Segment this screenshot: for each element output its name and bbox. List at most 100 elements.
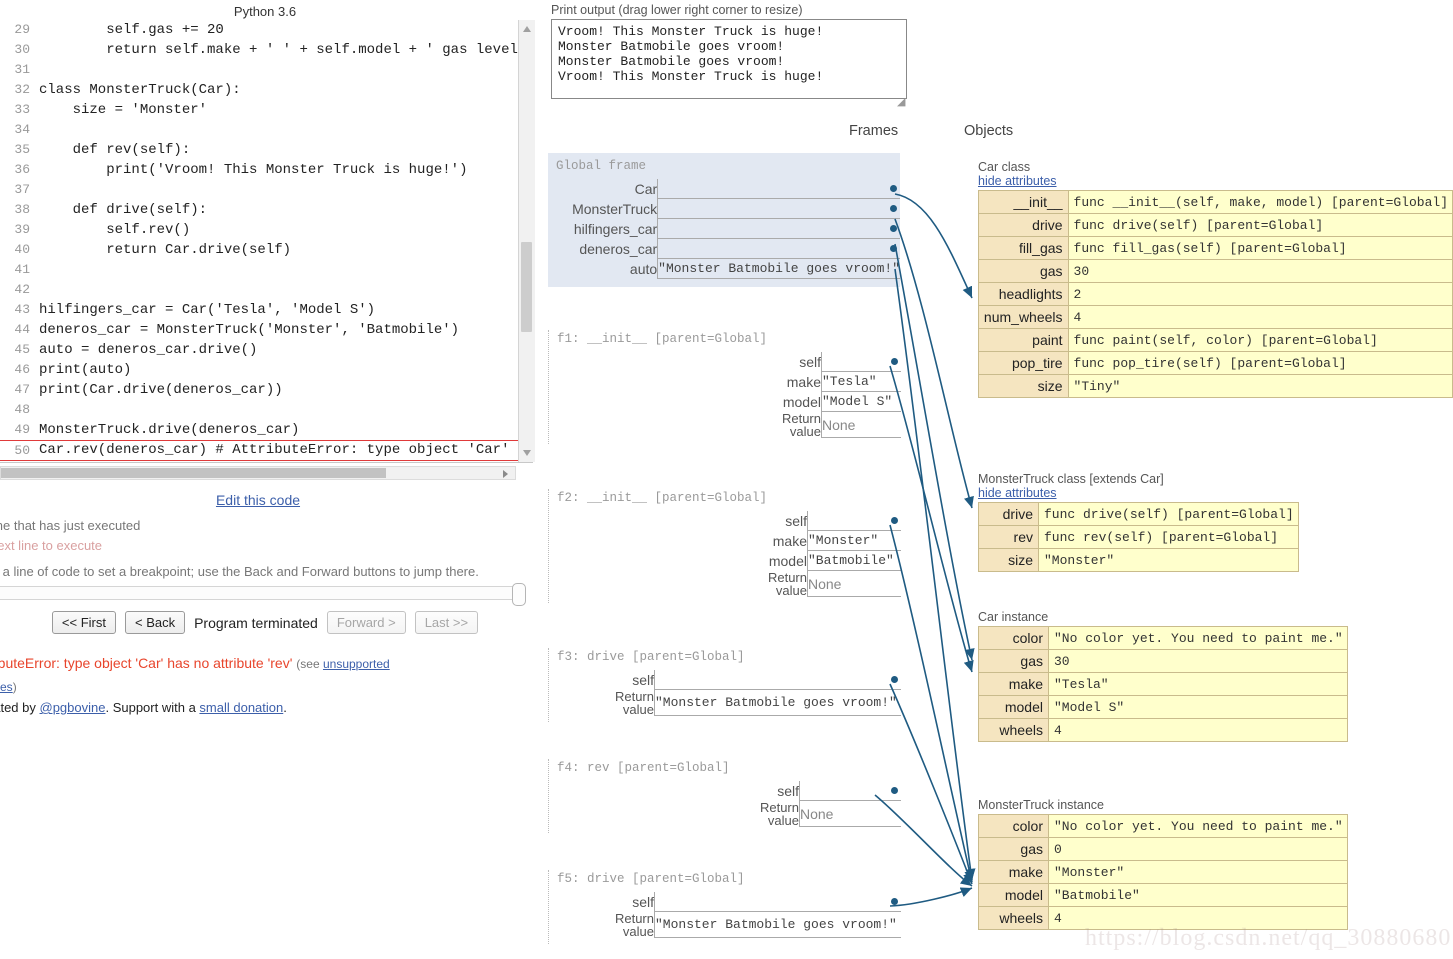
line-number: 44 xyxy=(14,322,30,337)
code-horizontal-scroll-thumb[interactable] xyxy=(1,468,386,478)
code-line[interactable]: 41 xyxy=(0,260,532,280)
code-vertical-scrollbar[interactable] xyxy=(518,20,535,462)
code-line[interactable]: 31 xyxy=(0,60,532,80)
hide-attributes-link[interactable]: hide attributes xyxy=(978,174,1057,188)
pointer-dot-icon xyxy=(890,185,897,192)
code-line[interactable]: 48 xyxy=(0,400,532,420)
donation-link[interactable]: small donation xyxy=(199,700,283,715)
line-text: return Car.drive(self) xyxy=(39,242,292,258)
attribute-key: model xyxy=(978,883,1049,907)
execution-step-slider-handle[interactable] xyxy=(512,583,526,606)
attribute-value: "Model S" xyxy=(1048,695,1348,719)
edit-this-code-link[interactable]: Edit this code xyxy=(216,492,300,508)
code-line[interactable]: 34 xyxy=(0,120,532,140)
variable-name: auto xyxy=(629,260,658,277)
code-line[interactable]: 49 MonsterTruck.drive(deneros_car) xyxy=(0,420,532,440)
object-label: Car instance xyxy=(978,610,1348,624)
author-link[interactable]: @pgbovine xyxy=(40,700,106,715)
attribute-key: make xyxy=(978,672,1049,696)
code-horizontal-scrollbar[interactable] xyxy=(0,466,516,480)
code-line[interactable]: 33 size = 'Monster' xyxy=(0,100,532,120)
attribute-key: pop_tire xyxy=(978,351,1069,375)
scroll-up-icon[interactable] xyxy=(523,26,531,32)
credit-line: eated by @pgbovine. Support with a small… xyxy=(0,700,287,715)
resize-handle-icon[interactable]: ◢ xyxy=(897,96,909,108)
code-line[interactable]: 44 deneros_car = MonsterTruck('Monster', … xyxy=(0,320,532,340)
code-line[interactable]: 38 def drive(self): xyxy=(0,200,532,220)
code-line[interactable]: 35 def rev(self): xyxy=(0,140,532,160)
print-output-box: Vroom! This Monster Truck is huge! Monst… xyxy=(551,19,907,99)
line-number: 46 xyxy=(14,362,30,377)
attribute-value: "No color yet. You need to paint me." xyxy=(1048,626,1348,650)
line-number: 50 xyxy=(14,443,30,458)
line-number: 47 xyxy=(14,382,30,397)
object-label: MonsterTruck instance xyxy=(978,798,1348,812)
code-line[interactable]: 37 xyxy=(0,180,532,200)
edit-this-code-container: Edit this code xyxy=(0,492,516,508)
variable-name: self xyxy=(785,512,807,529)
code-line[interactable]: 36 print('Vroom! This Monster Truck is h… xyxy=(0,160,532,180)
variable-name: model xyxy=(768,552,807,569)
code-line[interactable]: 40 return Car.drive(self) xyxy=(0,240,532,260)
attribute-key: num_wheels xyxy=(978,305,1069,329)
frame-f1: f1: __init__ [parent=Global] self make "Tes… xyxy=(548,330,901,444)
line-number: 48 xyxy=(14,402,30,417)
last-button: Last >> xyxy=(414,611,479,634)
variable-name: self xyxy=(777,782,799,799)
scroll-right-icon[interactable] xyxy=(503,470,508,478)
line-text: return self.make + ' ' + self.model + ' … xyxy=(39,42,527,58)
code-line[interactable]: 45 auto = deneros_car.drive() xyxy=(0,340,532,360)
line-number: 45 xyxy=(14,342,30,357)
variable-row: Car xyxy=(548,179,900,199)
attribute-value: func drive(self) [parent=Global] xyxy=(1038,502,1299,526)
code-line[interactable]: 46 print(auto) xyxy=(0,360,532,380)
attribute-row: num_wheels 4 xyxy=(978,305,1453,329)
attribute-key: rev xyxy=(978,525,1039,549)
variable-value: None xyxy=(799,800,901,827)
code-line[interactable]: 39 self.rev() xyxy=(0,220,532,240)
error-message: tributeError: type object 'Car' has no a… xyxy=(0,652,506,698)
code-line[interactable]: 29 self.gas += 20 xyxy=(0,20,532,40)
code-line[interactable]: 42 xyxy=(0,280,532,300)
attribute-value: "No color yet. You need to paint me." xyxy=(1048,814,1348,838)
code-line[interactable]: 32 class MonsterTruck(Car): xyxy=(0,80,532,100)
attribute-row: gas 30 xyxy=(978,259,1453,283)
legend-just-executed: line that has just executed xyxy=(0,518,141,533)
attribute-value: 4 xyxy=(1067,305,1453,329)
credit-prefix: eated by xyxy=(0,700,36,715)
pointer-dot-icon xyxy=(890,205,897,212)
code-line[interactable]: 43 hilfingers_car = Car('Tesla', 'Model S… xyxy=(0,300,532,320)
code-vertical-scroll-thumb[interactable] xyxy=(521,242,532,332)
variable-value xyxy=(799,781,901,801)
credit-suffix: . xyxy=(283,700,287,715)
variable-name: deneros_car xyxy=(579,240,658,257)
attribute-value: 2 xyxy=(1067,282,1453,306)
line-text: self.gas += 20 xyxy=(39,22,224,38)
scroll-down-icon[interactable] xyxy=(523,450,531,456)
code-panel: Python 3.6 29 self.gas += 20 30 return se… xyxy=(0,0,535,959)
code-line[interactable]: 47 print(Car.drive(deneros_car)) xyxy=(0,380,532,400)
code-line[interactable]: 50 Car.rev(deneros_car) # AttributeError:… xyxy=(0,440,532,461)
first-button[interactable]: << First xyxy=(51,611,116,634)
execution-step-slider[interactable] xyxy=(0,586,518,600)
back-button[interactable]: < Back xyxy=(124,611,186,634)
attribute-row: size "Monster" xyxy=(978,548,1299,572)
attribute-value: func __init__(self, make, model) [parent… xyxy=(1067,190,1453,214)
hide-attributes-link[interactable]: hide attributes xyxy=(978,486,1057,500)
error-see-suffix: ) xyxy=(12,680,17,694)
code-line[interactable]: 30 return self.make + ' ' + self.model +… xyxy=(0,40,532,60)
variable-row: make "Monster" xyxy=(549,530,901,551)
attribute-row: rev func rev(self) [parent=Global] xyxy=(978,525,1299,549)
unsupported-features-link-part1[interactable]: unsupported xyxy=(323,657,390,671)
line-text: def rev(self): xyxy=(39,142,191,158)
attribute-row: wheels 4 xyxy=(978,718,1348,742)
unsupported-features-link-part2[interactable]: tures xyxy=(0,680,13,694)
line-number: 38 xyxy=(14,202,30,217)
attribute-value: func rev(self) [parent=Global] xyxy=(1038,525,1299,549)
attribute-key: gas xyxy=(978,837,1049,861)
variable-name: MonsterTruck xyxy=(572,200,658,217)
variable-name: Car xyxy=(634,180,658,197)
frame-variables-table: self Return value "Monster Batmobile goes v… xyxy=(549,670,901,716)
code-editor[interactable]: 29 self.gas += 20 30 return self.make + '… xyxy=(0,20,533,463)
attribute-row: color "No color yet. You need to paint me… xyxy=(978,626,1348,650)
